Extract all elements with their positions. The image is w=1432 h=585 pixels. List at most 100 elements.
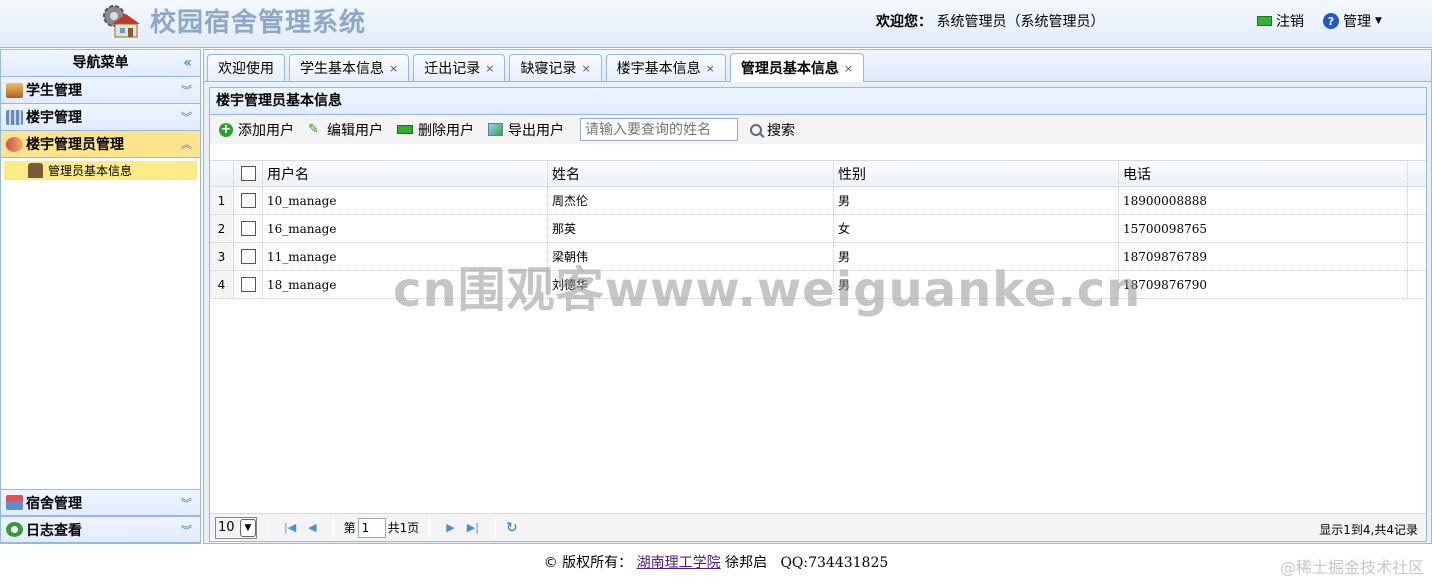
cell-phone: 18709876789 bbox=[1119, 243, 1408, 270]
tab-absence-records[interactable]: 缺寝记录 × bbox=[509, 54, 602, 81]
juejin-watermark: @稀土掘金技术社区 bbox=[1279, 558, 1424, 577]
export-user-button[interactable]: 导出用户 bbox=[486, 120, 566, 140]
tab-welcome[interactable]: 欢迎使用 bbox=[207, 54, 285, 81]
column-header-username[interactable]: 用户名 bbox=[263, 161, 548, 186]
column-header-name[interactable]: 姓名 bbox=[548, 161, 834, 186]
users-icon bbox=[6, 136, 23, 152]
refresh-icon[interactable]: ↻ bbox=[506, 520, 518, 536]
cell-name: 那英 bbox=[548, 215, 834, 242]
edit-user-label: 编辑用户 bbox=[327, 122, 383, 139]
nav-item-building-admin[interactable]: 楼宇管理员管理 ︽ bbox=[1, 131, 200, 158]
tab-label: 缺寝记录 bbox=[520, 61, 577, 77]
footer: © 版权所有： 湖南理工学院 徐邦启 QQ:734431825 bbox=[0, 546, 1432, 585]
next-page-icon[interactable]: ▶ bbox=[446, 521, 454, 534]
nav-bottom-group: 宿舍管理 ︾ 日志查看 ︾ bbox=[1, 489, 200, 543]
row-checkbox[interactable] bbox=[240, 249, 256, 264]
tab-bar: 欢迎使用 学生基本信息 × 迁出记录 × 缺寝记录 × 楼宇基本信息 × 管理员… bbox=[204, 50, 1431, 82]
help-icon: ? bbox=[1323, 13, 1339, 29]
page-size-select[interactable]: 10 ▼ bbox=[215, 516, 257, 539]
row-number: 3 bbox=[210, 243, 234, 270]
cell-username: 16_manage bbox=[263, 215, 548, 242]
qq-number: QQ:734431825 bbox=[780, 555, 889, 571]
search-button[interactable]: 搜索 bbox=[748, 120, 797, 140]
collapse-left-icon[interactable]: « bbox=[183, 50, 192, 76]
divider bbox=[332, 517, 334, 538]
export-user-label: 导出用户 bbox=[508, 122, 564, 139]
cell-name: 刘德华 bbox=[548, 271, 834, 298]
nav-item-label: 日志查看 bbox=[26, 522, 82, 539]
add-user-label: 添加用户 bbox=[238, 122, 294, 139]
nav-subitem-admin-info[interactable]: 管理员基本信息 bbox=[4, 161, 197, 180]
column-header-phone[interactable]: 电话 bbox=[1119, 161, 1408, 186]
close-icon[interactable]: × bbox=[389, 62, 398, 75]
close-icon[interactable]: × bbox=[844, 62, 853, 75]
row-number: 2 bbox=[210, 215, 234, 242]
tab-building-info[interactable]: 楼宇基本信息 × bbox=[605, 54, 726, 81]
logout-label: 注销 bbox=[1276, 14, 1304, 30]
page-size-value: 10 bbox=[218, 520, 235, 535]
admin-menu-button[interactable]: ? 管理 ▼ bbox=[1323, 11, 1382, 31]
row-checkbox[interactable] bbox=[240, 221, 256, 236]
student-icon bbox=[6, 82, 23, 98]
nav-subitem-label: 管理员基本信息 bbox=[48, 164, 133, 178]
close-icon[interactable]: × bbox=[581, 62, 590, 75]
tab-student-info[interactable]: 学生基本信息 × bbox=[289, 54, 410, 81]
admin-info-panel: 楼宇管理员基本信息 + 添加用户 ✎ 编辑用户 删除用户 导出用户 搜索 bbox=[209, 87, 1427, 542]
nav-item-label: 楼宇管理 bbox=[26, 110, 82, 126]
nav-item-label: 学生管理 bbox=[26, 83, 82, 99]
row-select-cell bbox=[234, 271, 263, 298]
table-row[interactable]: 4 18_manage 刘德华 男 18709876790 bbox=[210, 271, 1426, 299]
row-checkbox[interactable] bbox=[240, 193, 256, 208]
logout-button[interactable]: 注销 bbox=[1257, 11, 1304, 31]
chevron-down-icon: ︾ bbox=[181, 497, 192, 510]
log-icon bbox=[6, 522, 23, 537]
column-header-sex[interactable]: 性别 bbox=[834, 161, 1119, 186]
search-label: 搜索 bbox=[767, 122, 795, 139]
row-checkbox[interactable] bbox=[240, 277, 256, 292]
welcome-text: 欢迎您： 系统管理员（系统管理员） bbox=[876, 11, 1104, 31]
page-number-input[interactable]: 1 bbox=[357, 517, 386, 538]
nav-item-student[interactable]: 学生管理 ︾ bbox=[1, 77, 200, 104]
table-row[interactable]: 1 10_manage 周杰伦 男 18900008888 bbox=[210, 187, 1426, 215]
prev-page-icon[interactable]: ◀ bbox=[308, 521, 316, 534]
select-all-cell bbox=[234, 161, 263, 186]
last-page-icon[interactable]: ▶| bbox=[467, 521, 479, 534]
table-row[interactable]: 2 16_manage 那英 女 15700098765 bbox=[210, 215, 1426, 243]
row-number: 4 bbox=[210, 271, 234, 298]
cell-sex: 女 bbox=[834, 215, 1119, 242]
tab-admin-info[interactable]: 管理员基本信息 × bbox=[729, 53, 865, 82]
dorm-icon bbox=[6, 495, 23, 510]
delete-user-label: 删除用户 bbox=[418, 122, 474, 139]
tab-moveout-records[interactable]: 迁出记录 × bbox=[413, 54, 506, 81]
select-all-checkbox[interactable] bbox=[240, 166, 256, 181]
table-row[interactable]: 3 11_manage 梁朝伟 男 18709876789 bbox=[210, 243, 1426, 271]
admin-table: 用户名 姓名 性别 电话 1 10_manage 周杰伦 男 189000088… bbox=[210, 160, 1426, 299]
search-input[interactable] bbox=[580, 118, 738, 141]
close-icon[interactable]: × bbox=[706, 62, 715, 75]
nav-item-label: 宿舍管理 bbox=[26, 495, 82, 512]
tab-label: 管理员基本信息 bbox=[740, 61, 839, 77]
chevron-down-icon: ︾ bbox=[181, 111, 192, 124]
welcome-label: 欢迎您： bbox=[876, 14, 932, 30]
page-prefix: 第 bbox=[343, 521, 356, 535]
cell-sex: 男 bbox=[834, 243, 1119, 270]
close-icon[interactable]: × bbox=[485, 62, 494, 75]
nav-item-log[interactable]: 日志查看 ︾ bbox=[1, 516, 200, 543]
row-select-cell bbox=[234, 187, 263, 214]
building-icon bbox=[6, 109, 23, 125]
edit-user-button[interactable]: ✎ 编辑用户 bbox=[306, 120, 385, 140]
panel-title: 楼宇管理员基本信息 bbox=[210, 88, 1426, 115]
cell-phone: 15700098765 bbox=[1119, 215, 1408, 242]
admin-label: 管理 bbox=[1343, 14, 1371, 30]
admin-user-icon bbox=[28, 163, 43, 178]
delete-user-button[interactable]: 删除用户 bbox=[395, 120, 476, 140]
row-select-cell bbox=[234, 215, 263, 242]
row-select-cell bbox=[234, 243, 263, 270]
school-link[interactable]: 湖南理工学院 bbox=[637, 555, 721, 571]
nav-item-dorm[interactable]: 宿舍管理 ︾ bbox=[1, 489, 200, 516]
nav-item-building[interactable]: 楼宇管理 ︾ bbox=[1, 104, 200, 131]
logout-icon bbox=[1257, 16, 1272, 26]
cell-sex: 男 bbox=[834, 271, 1119, 298]
add-user-button[interactable]: + 添加用户 bbox=[217, 120, 296, 140]
first-page-icon[interactable]: |◀ bbox=[284, 521, 296, 534]
